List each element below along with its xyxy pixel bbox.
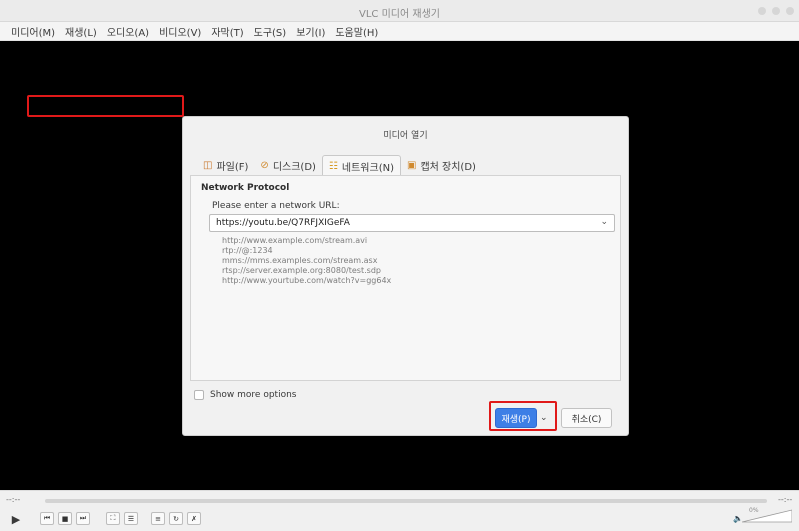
network-url-label: Please enter a network URL:	[212, 201, 340, 211]
minimize-button[interactable]	[758, 7, 766, 15]
view-group: ⛶ ☰	[106, 512, 138, 526]
menu-media[interactable]: 미디어(M)	[11, 24, 55, 39]
next-icon[interactable]: ⏭	[76, 512, 90, 525]
network-icon: ☷	[328, 160, 338, 172]
menu-video[interactable]: 비디오(V)	[159, 24, 201, 39]
tab-capture-device-label: 캡처 장치(D)	[420, 161, 476, 173]
show-more-options-label: Show more options	[210, 390, 297, 400]
tab-disc[interactable]: ⊘ 디스크(D)	[254, 155, 322, 175]
menu-subtitle[interactable]: 자막(T)	[211, 24, 243, 39]
menu-bar: 미디어(M) 재생(L) 오디오(A) 비디오(V) 자막(T) 도구(S) 보…	[0, 22, 799, 41]
file-icon: ◫	[203, 159, 213, 171]
tab-capture-device[interactable]: ▣ 캡처 장치(D)	[401, 155, 482, 175]
tab-network[interactable]: ☷ 네트워크(N)	[321, 155, 401, 176]
url-examples: http://www.example.com/stream.avi rtp://…	[222, 236, 391, 286]
network-url-value: https://youtu.be/Q7RFJXIGeFA	[216, 218, 350, 228]
transport-group: ⏮ ■ ⏭	[40, 512, 90, 526]
playlist-group: ≡ ↻ ✗	[151, 512, 201, 526]
network-panel: Network Protocol Please enter a network …	[190, 175, 621, 381]
url-highlight-box	[27, 95, 184, 117]
disc-icon: ⊘	[260, 159, 269, 171]
menu-audio[interactable]: 오디오(A)	[107, 24, 149, 39]
url-example: http://www.example.com/stream.avi	[222, 236, 368, 245]
previous-icon[interactable]: ⏮	[40, 512, 54, 525]
tab-network-label: 네트워크(N)	[341, 162, 394, 174]
time-total: --:--	[778, 495, 793, 504]
show-more-options-checkbox[interactable]	[194, 390, 204, 400]
close-button[interactable]	[786, 7, 794, 15]
network-protocol-heading: Network Protocol	[201, 183, 290, 193]
open-media-dialog: 미디어 열기 ◫ 파일(F) ⊘ 디스크(D) ☷ 네트워크(N) ▣ 캡처 장…	[182, 116, 629, 436]
fullscreen-icon[interactable]: ⛶	[106, 512, 120, 525]
shuffle-icon[interactable]: ✗	[187, 512, 201, 525]
loop-icon[interactable]: ↻	[169, 512, 183, 525]
chevron-down-icon[interactable]: ⌄	[600, 217, 608, 227]
window-title: VLC 미디어 재생기	[359, 9, 440, 20]
playback-controls: --:-- --:-- ▶ ⏮ ■ ⏭ ⛶ ☰ ≡ ↻ ✗ 🔈 0%	[0, 490, 799, 531]
cancel-button[interactable]: 취소(C)	[561, 408, 612, 428]
menu-tools[interactable]: 도구(S)	[254, 24, 287, 39]
menu-playback[interactable]: 재생(L)	[65, 24, 97, 39]
stop-icon[interactable]: ■	[58, 512, 72, 525]
play-highlight-box	[489, 401, 557, 431]
tab-disc-label: 디스크(D)	[272, 161, 316, 173]
url-example: rtsp://server.example.org:8080/test.sdp	[222, 266, 381, 275]
tab-file-label: 파일(F)	[216, 161, 249, 173]
play-icon[interactable]: ▶	[9, 512, 23, 526]
window-title-bar: VLC 미디어 재생기	[0, 0, 799, 22]
show-more-options[interactable]: Show more options	[194, 390, 296, 400]
menu-help[interactable]: 도움말(H)	[335, 24, 378, 39]
tab-file[interactable]: ◫ 파일(F)	[197, 155, 254, 175]
dialog-title: 미디어 열기	[383, 131, 428, 141]
menu-view[interactable]: 보기(I)	[296, 24, 325, 39]
maximize-button[interactable]	[772, 7, 780, 15]
equalizer-icon[interactable]: ☰	[124, 512, 138, 525]
seek-bar[interactable]	[45, 499, 767, 503]
url-example: rtp://@:1234	[222, 246, 273, 255]
network-url-input[interactable]: https://youtu.be/Q7RFJXIGeFA ⌄	[209, 214, 615, 232]
url-example: http://www.yourtube.com/watch?v=gg64x	[222, 276, 392, 285]
time-elapsed: --:--	[6, 495, 21, 504]
volume-level: 0%	[749, 507, 759, 514]
dialog-tabs: ◫ 파일(F) ⊘ 디스크(D) ☷ 네트워크(N) ▣ 캡처 장치(D)	[197, 155, 482, 176]
url-example: mms://mms.examples.com/stream.asx	[222, 256, 378, 265]
playlist-icon[interactable]: ≡	[151, 512, 165, 525]
capture-device-icon: ▣	[406, 159, 417, 171]
